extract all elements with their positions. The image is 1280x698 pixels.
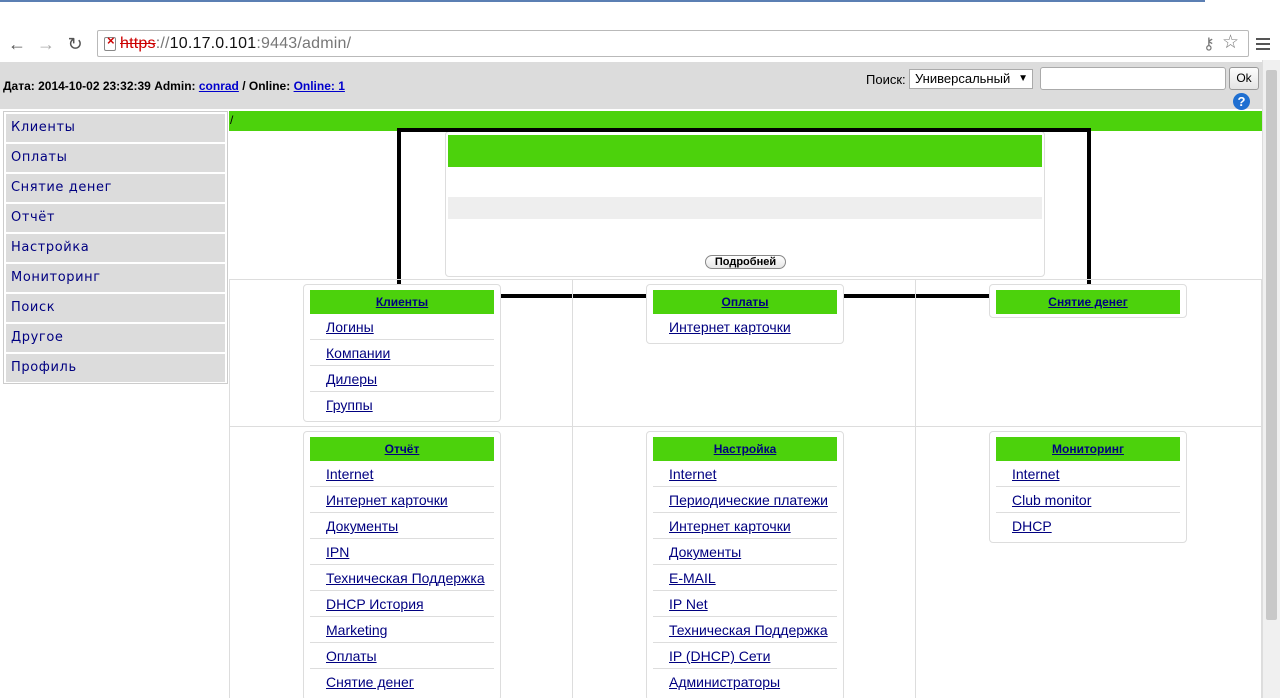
key-icon[interactable]: ⚷ xyxy=(1203,34,1215,54)
panel-reports: Отчёт Internet Интернет карточки Докумен… xyxy=(303,431,501,698)
search-type-value: Универсальный xyxy=(915,71,1011,86)
panel-monitoring: Мониторинг Internet Club monitor DHCP xyxy=(989,431,1187,543)
sidebar-item-clients[interactable]: Клиенты xyxy=(6,114,225,142)
dropdown-arrow-icon: ▼ xyxy=(1018,73,1028,84)
url-text: https://10.17.0.101:9443/admin/ xyxy=(120,35,352,52)
url-scheme: https xyxy=(120,35,156,52)
page-header: Дата: 2014-10-02 23:32:39 Admin: conrad … xyxy=(0,62,1262,110)
panel-header: Снятие денег xyxy=(996,290,1180,314)
search-input[interactable] xyxy=(1040,67,1226,90)
sidebar-item-settings[interactable]: Настройка xyxy=(6,234,225,262)
link-groups[interactable]: Группы xyxy=(310,392,494,418)
link-ipn[interactable]: IPN xyxy=(310,539,494,565)
panel-settings: Настройка Internet Периодические платежи… xyxy=(646,431,844,698)
browser-tabstrip xyxy=(0,0,1280,28)
search-label: Поиск: xyxy=(866,72,906,87)
link-email[interactable]: E-MAIL xyxy=(653,565,837,591)
news-row xyxy=(448,197,1042,219)
sidebar-item-reports[interactable]: Отчёт xyxy=(6,204,225,232)
panel-header: Отчёт xyxy=(310,437,494,461)
page-scrollbar[interactable] xyxy=(1262,60,1280,698)
scrollbar-thumb[interactable] xyxy=(1266,70,1277,620)
online-link[interactable]: Online: 1 xyxy=(294,79,345,93)
link-withdrawals[interactable]: Снятие денег xyxy=(310,669,494,695)
panel-title-link[interactable]: Оплаты xyxy=(721,295,768,309)
insecure-x-icon: × xyxy=(107,33,115,48)
breadcrumb-bar: / xyxy=(229,111,1262,131)
link-internet[interactable]: Internet xyxy=(653,461,837,487)
url-host: 10.17.0.101 xyxy=(169,35,257,52)
panel-title-link[interactable]: Снятие денег xyxy=(1048,295,1127,309)
bookmark-star-icon[interactable]: ☆ xyxy=(1222,31,1239,54)
sidebar-item-search[interactable]: Поиск xyxy=(6,294,225,322)
link-periodic-payments[interactable]: Периодические платежи xyxy=(653,487,837,513)
sidebar-item-payments[interactable]: Оплаты xyxy=(6,144,225,172)
forward-icon[interactable]: → xyxy=(34,32,58,56)
reload-icon[interactable]: ↻ xyxy=(63,32,87,56)
admin-link[interactable]: conrad xyxy=(199,79,239,93)
panel-title-link[interactable]: Настройка xyxy=(714,442,777,456)
link-internet-cards[interactable]: Интернет карточки xyxy=(653,513,837,539)
panel-header: Настройка xyxy=(653,437,837,461)
link-internet-cards[interactable]: Интернет карточки xyxy=(310,487,494,513)
link-internet[interactable]: Internet xyxy=(996,461,1180,487)
link-internet-cards[interactable]: Интернет карточки xyxy=(653,314,837,340)
link-administrators[interactable]: Администраторы xyxy=(653,669,837,695)
link-tech-support[interactable]: Техническая Поддержка xyxy=(310,565,494,591)
link-logins[interactable]: Логины xyxy=(310,314,494,340)
link-dhcp-history[interactable]: DHCP История xyxy=(310,591,494,617)
sidebar-item-monitoring[interactable]: Мониторинг xyxy=(6,264,225,292)
panel-title-link[interactable]: Отчёт xyxy=(385,442,420,456)
panel-payments: Оплаты Интернет карточки xyxy=(646,284,844,344)
link-companies[interactable]: Компании xyxy=(310,340,494,366)
link-dhcp-networks[interactable]: IP (DHCP) Сети xyxy=(653,643,837,669)
browser-toolbar: ← → ↻ × https://10.17.0.101:9443/admin/ … xyxy=(0,28,1280,60)
sidebar-item-profile[interactable]: Профиль xyxy=(6,354,225,382)
help-icon[interactable]: ? xyxy=(1233,93,1250,110)
panel-header: Клиенты xyxy=(310,290,494,314)
search-type-select[interactable]: Универсальный ▼ xyxy=(909,69,1033,89)
panel-clients: Клиенты Логины Компании Дилеры Группы xyxy=(303,284,501,422)
link-tech-support[interactable]: Техническая Поддержка xyxy=(653,617,837,643)
link-dealers[interactable]: Дилеры xyxy=(310,366,494,392)
panel-header: Оплаты xyxy=(653,290,837,314)
panel-header: Мониторинг xyxy=(996,437,1180,461)
link-documents[interactable]: Документы xyxy=(653,539,837,565)
breadcrumb: / xyxy=(230,113,234,127)
menu-icon[interactable] xyxy=(1256,35,1270,53)
panel-withdrawals: Снятие денег xyxy=(989,284,1187,318)
address-bar[interactable]: × https://10.17.0.101:9443/admin/ ⚷ ☆ xyxy=(97,30,1249,57)
link-marketing[interactable]: Marketing xyxy=(310,617,494,643)
panel-title-link[interactable]: Клиенты xyxy=(376,295,428,309)
search-ok-button[interactable]: Ok xyxy=(1229,67,1259,90)
link-dhcp[interactable]: DHCP xyxy=(996,513,1180,539)
link-documents[interactable]: Документы xyxy=(310,513,494,539)
url-path: :9443/admin/ xyxy=(256,35,352,52)
back-icon[interactable]: ← xyxy=(5,32,29,56)
status-line: Дата: 2014-10-02 23:32:39 Admin: conrad … xyxy=(3,79,345,93)
link-ip-net[interactable]: IP Net xyxy=(653,591,837,617)
sidebar-item-other[interactable]: Другое xyxy=(6,324,225,352)
more-button[interactable]: Подробней xyxy=(705,255,786,269)
sidebar-item-withdrawals[interactable]: Снятие денег xyxy=(6,174,225,202)
link-internet[interactable]: Internet xyxy=(310,461,494,487)
date-admin-label: Дата: 2014-10-02 23:32:39 Admin: xyxy=(3,79,196,93)
panel-title-link[interactable]: Мониторинг xyxy=(1052,442,1124,456)
news-header xyxy=(448,135,1042,167)
link-club-monitor[interactable]: Club monitor xyxy=(996,487,1180,513)
sidebar-menu: Клиенты Оплаты Снятие денег Отчёт Настро… xyxy=(3,111,228,384)
link-payments[interactable]: Оплаты xyxy=(310,643,494,669)
online-label: / Online: xyxy=(242,79,291,93)
